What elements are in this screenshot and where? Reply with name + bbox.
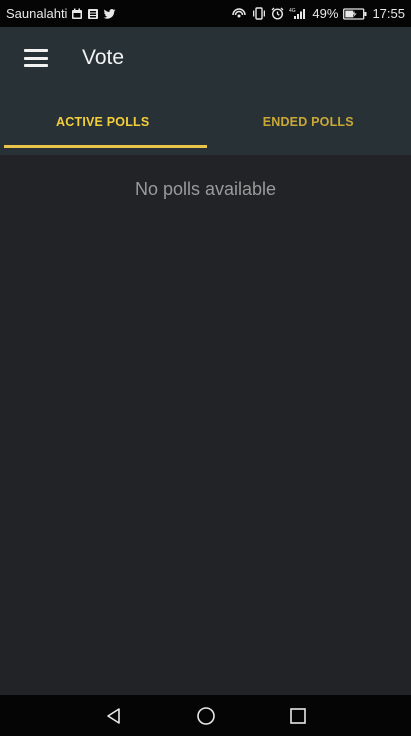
recents-icon[interactable] [287,705,309,727]
home-icon[interactable] [195,705,217,727]
status-bar-right: 4G 49% 17:55 [231,6,405,21]
status-bar: Saunalahti 4G 49% 17:55 [0,0,411,27]
wifi-hotspot-icon [231,7,247,20]
page-title: Vote [82,46,125,69]
signal-4g-icon: 4G [289,7,307,20]
status-bar-left: Saunalahti [6,6,116,21]
menu-line [24,49,48,52]
battery-percent: 49% [312,6,339,21]
system-nav-bar [0,695,411,736]
app-header: Vote ACTIVE POLLS ENDED POLLS [0,27,411,155]
news-icon [87,8,99,20]
alarm-icon [271,7,284,20]
calendar-icon [71,8,83,20]
tab-bar: ACTIVE POLLS ENDED POLLS [0,89,411,155]
active-tab-indicator [4,145,207,148]
clock-time: 17:55 [372,6,405,21]
toolbar: Vote [0,27,411,89]
empty-state-message: No polls available [134,179,277,199]
menu-line [24,56,48,60]
polls-list[interactable]: No polls available [0,155,411,695]
svg-text:4G: 4G [289,8,296,14]
carrier-name: Saunalahti [6,6,68,21]
battery-charging-icon [343,7,367,20]
menu-line [24,64,48,67]
hamburger-menu-icon[interactable] [24,49,48,67]
twitter-icon [103,8,116,20]
vibrate-icon [252,7,266,20]
tab-ended-polls[interactable]: ENDED POLLS [206,89,411,155]
back-icon[interactable] [103,705,125,727]
